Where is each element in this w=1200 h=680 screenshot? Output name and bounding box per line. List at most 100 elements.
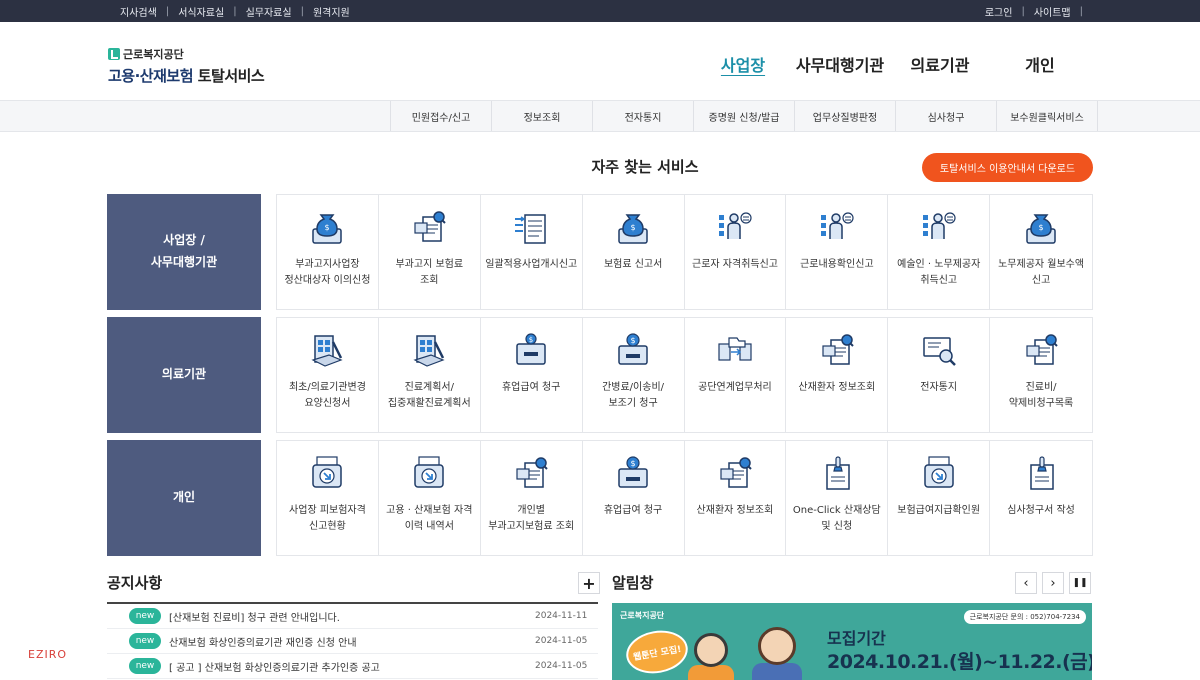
service-tile-label: 노무제공자 월보수액 신고 [998,259,1085,286]
svg-text:$: $ [529,336,533,344]
login-link[interactable]: 로그인 [985,4,1013,19]
service-tile-label: 산재환자 정보조회 [696,505,774,516]
site-header: 근로복지공단 고용·산재보험 토탈서비스 사업장 사무대행기관 의료기관 개인 [0,22,1200,100]
org-logo-icon [108,48,120,60]
org-label: 근로복지공단 [123,48,184,61]
forms-library-link[interactable]: 서식자료실 [178,4,224,19]
nav-medical[interactable]: 의료기관 [898,52,982,76]
divider: | [1021,6,1025,17]
subnav-disease-judgment[interactable]: 업무상질병판정 [795,101,896,131]
document-search-icon [409,207,449,247]
banner-next-button[interactable]: › [1042,572,1064,594]
service-row: $ 부과고지사업장 정산대상자 이의신청 부과고지 보험료 조회 일괄적용사업개시신고… [276,194,1093,310]
org-name: 근로복지공단 [108,46,264,62]
person-checklist-icon [715,207,755,247]
service-tile[interactable]: 산재환자 정보조회 [684,441,787,555]
practice-library-link[interactable]: 실무자료실 [246,4,292,19]
document-search-icon [1021,330,1061,370]
folder-transfer-icon [715,330,755,370]
banner-prev-button[interactable]: ‹ [1015,572,1037,594]
service-tile[interactable]: $ 간병료/이송비/보조기 청구 [582,318,685,432]
person-checklist-icon [919,207,959,247]
service-tile-label: 전자통지 [920,382,958,393]
service-tile-label: 근로자 자격취득신고 [692,259,778,270]
notice-more-button[interactable]: + [578,572,600,594]
svg-text:$: $ [631,459,636,468]
service-tile[interactable]: One-Click 산재상담 및 신청 [786,441,889,555]
service-tile[interactable]: $ 노무제공자 월보수액 신고 [990,195,1093,309]
service-tile-label: 진료비/약제비청구목록 [1008,382,1074,409]
notice-item-title[interactable]: [ 공고 ] 산재보험 화상인증의료기관 추가인증 공고 [169,659,529,674]
subnav-civil-filing[interactable]: 민원접수/신고 [391,101,492,131]
document-search-icon [715,453,755,493]
sub-navigation-items: 민원접수/신고 정보조회 전자통지 증명원 신청/발급 업무상질병판정 심사청구… [390,101,1098,131]
service-tile[interactable]: 보험급여지급확인원 [888,441,991,555]
service-tile[interactable]: 근로자 자격취득신고 [684,195,787,309]
subnav-review-request[interactable]: 심사청구 [896,101,997,131]
service-tile[interactable]: 산재환자 정보조회 [786,318,889,432]
service-tile[interactable]: 예술인 · 노무제공자 취득신고 [888,195,991,309]
money-bag-icon: $ [1021,207,1061,247]
banner-illustration-person [694,633,728,667]
notice-item[interactable]: new 산재보험 화상인증의료기관 재인증 신청 안내 2024-11-05 [107,629,598,654]
nav-individual[interactable]: 개인 [982,52,1098,76]
banner-period-date: 2024.10.21.(월)~11.22.(금) [827,651,1092,673]
guide-download-button[interactable]: 토탈서비스 이용안내서 다운로드 [922,153,1093,182]
notice-item-title[interactable]: [산재보험 진료비] 청구 관련 안내입니다. [169,609,529,624]
service-tile[interactable]: 심사청구서 작성 [990,441,1092,555]
service-tile[interactable]: 공단연계업무처리 [684,318,787,432]
document-list-icon [511,207,551,247]
service-tile[interactable]: $ 휴업급여 청구 [582,441,685,555]
service-tile-label: 휴업급여 청구 [603,505,663,516]
sitemap-link[interactable]: 사이트맵 [1034,4,1071,19]
banner-period-title: 모집기간 [827,629,886,648]
banner-illustration-person [752,663,802,680]
service-tile[interactable]: 진료비/약제비청구목록 [990,318,1092,432]
utility-links-right: 로그인 | 사이트맵 | [985,4,1092,19]
banner-contact: 근로복지공단 문의 : 052)704-7234 [963,610,1086,624]
subnav-info-lookup[interactable]: 정보조회 [492,101,593,131]
document-search-icon [511,453,551,493]
notice-item-title[interactable]: 산재보험 화상인증의료기관 재인증 신청 안내 [169,634,529,649]
notice-item[interactable]: new [산재보험 진료비] 청구 관련 안내입니다. 2024-11-11 [107,604,598,629]
site-logo[interactable]: 근로복지공단 고용·산재보험 토탈서비스 [108,46,265,86]
banner-logo: 근로복지공단 [620,611,665,620]
banner-sticker: 웹툰단 모집! [622,625,692,679]
watermark: EZIRO [28,648,67,661]
subnav-certificate[interactable]: 증명원 신청/발급 [694,101,795,131]
clipboard-pen-icon [307,330,347,370]
service-tile[interactable]: $ 보험료 신고서 [582,195,685,309]
money-bag-icon: $ [307,207,347,247]
service-tile[interactable]: 최초/의료기관변경 요양신청서 [277,318,379,432]
service-tile[interactable]: 부과고지 보험료 조회 [378,195,481,309]
service-tile[interactable]: 개인별 부과고지보험료 조회 [480,441,583,555]
service-tile-label: 최초/의료기관변경 요양신청서 [288,382,366,409]
service-tile[interactable]: 사업장 피보험자격 신고현황 [277,441,379,555]
subnav-one-click[interactable]: 보수원클릭서비스 [997,101,1098,131]
service-tile[interactable]: $ 휴업급여 청구 [480,318,583,432]
money-box-icon: $ [613,453,653,493]
monitor-search-icon [919,330,959,370]
money-box-icon: $ [613,330,653,370]
notice-item[interactable]: new [ 공고 ] 산재보험 화상인증의료기관 추가인증 공고 2024-11… [107,654,598,679]
alert-banner[interactable]: 근로복지공단 근로복지공단 문의 : 052)704-7234 웹툰단 모집! … [612,603,1092,680]
service-tile[interactable]: $ 부과고지사업장 정산대상자 이의신청 [277,195,379,309]
nav-agency[interactable]: 사무대행기관 [782,52,898,76]
service-tile-label: 간병료/이송비/보조기 청구 [602,382,665,409]
service-title-main: 고용·산재보험 [108,67,194,85]
service-tile[interactable]: 고용 · 산재보험 자격 이력 내역서 [378,441,481,555]
main-navigation: 사업장 사무대행기관 의료기관 개인 [700,52,1098,76]
inbox-icon: $ [511,330,551,370]
service-tile-label: 산재환자 정보조회 [798,382,876,393]
svg-text:$: $ [325,223,330,232]
service-tile-label: 공단연계업무처리 [698,382,772,393]
service-tile[interactable]: 일괄적용사업개시신고 [480,195,583,309]
service-tile[interactable]: 근로내용확인신고 [786,195,889,309]
remote-support-link[interactable]: 원격지원 [313,4,350,19]
service-tile[interactable]: 진료계획서/집중재활진료계획서 [378,318,481,432]
banner-pause-button[interactable]: ❚❚ [1069,572,1091,594]
nav-workplace[interactable]: 사업장 [704,52,782,76]
subnav-e-notice[interactable]: 전자통지 [593,101,694,131]
service-tile[interactable]: 전자통지 [888,318,991,432]
branch-search-link[interactable]: 지사검색 [120,4,157,19]
